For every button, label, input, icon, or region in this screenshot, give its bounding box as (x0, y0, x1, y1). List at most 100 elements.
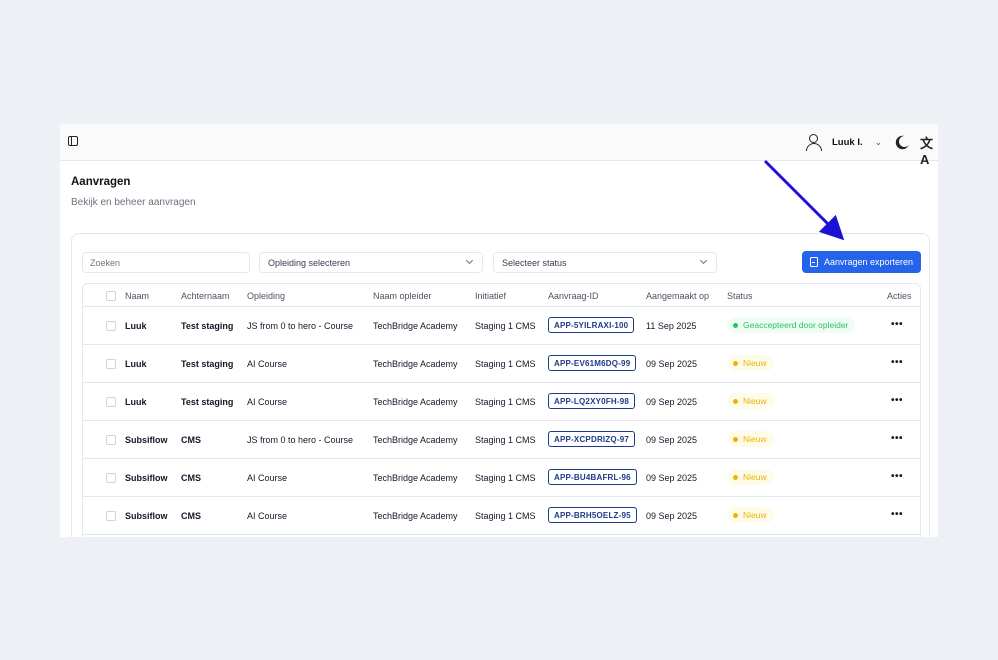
cell-naam: Luuk (125, 397, 147, 407)
moon-icon[interactable] (899, 136, 910, 147)
status-badge: Geaccepteerd door opleider (727, 317, 856, 333)
cell-achternaam: Test staging (181, 321, 234, 331)
cell-aangemaakt-op: 09 Sep 2025 (646, 397, 698, 407)
status-dot-icon (733, 322, 738, 328)
cell-opleiding: AI Course (247, 511, 288, 521)
translate-icon[interactable]: 文A (920, 133, 938, 167)
export-button-label: Aanvragen exporteren (823, 257, 914, 267)
cell-naam: Luuk (125, 321, 147, 331)
table-row[interactable]: Luuk Test staging AI Course TechBridge Acad… (83, 345, 920, 383)
header-naam-opleider[interactable]: Naam opleider (373, 291, 432, 301)
header-opleiding[interactable]: Opleiding (247, 291, 285, 301)
cell-initiatief: Staging 1 CMS (475, 321, 536, 331)
chevron-down-icon (699, 256, 708, 265)
row-checkbox[interactable] (106, 321, 116, 331)
cell-aangemaakt-op: 09 Sep 2025 (646, 473, 698, 483)
cell-aangemaakt-op: 09 Sep 2025 (646, 511, 698, 521)
cell-naam-opleider: TechBridge Academy (373, 397, 458, 407)
status-label: Geaccepteerd door opleider (743, 320, 849, 330)
table-row[interactable]: Subsiflow CMS AI Course TechBridge Academy S… (83, 497, 920, 535)
cell-initiatief: Staging 1 CMS (475, 359, 536, 369)
cell-aangemaakt-op: 09 Sep 2025 (646, 359, 698, 369)
cell-naam-opleider: TechBridge Academy (373, 435, 458, 445)
header-aanvraag-id[interactable]: Aanvraag-ID (548, 291, 599, 301)
aanvraag-id-badge: APP-5YILRAXI-100 (548, 317, 635, 333)
user-name: Luuk I. (832, 136, 863, 148)
user-menu[interactable]: Luuk I. ⌄ (805, 130, 885, 154)
cell-opleiding: JS from 0 to hero - Course (247, 321, 354, 331)
row-checkbox[interactable] (106, 435, 116, 445)
search-input[interactable] (82, 252, 250, 273)
file-icon (809, 257, 818, 267)
status-dot-icon (733, 398, 738, 404)
aanvraag-id-badge: APP-LQ2XY0FH-98 (548, 393, 636, 409)
header-aangemaakt-op[interactable]: Aangemaakt op (646, 291, 709, 301)
status-select[interactable]: Selecteer status (493, 252, 717, 273)
header-naam[interactable]: Naam (125, 291, 149, 301)
status-select-label: Selecteer status (502, 257, 567, 268)
table-row[interactable]: Subsiflow CMS JS from 0 to hero - Course Te… (83, 421, 920, 459)
cell-naam-opleider: TechBridge Academy (373, 359, 458, 369)
row-checkbox[interactable] (106, 511, 116, 521)
sidebar-toggle-icon[interactable] (68, 136, 78, 146)
cell-naam: Subsiflow (125, 435, 168, 445)
cell-initiatief: Staging 1 CMS (475, 473, 536, 483)
cell-achternaam: CMS (181, 511, 201, 521)
more-dots-icon[interactable]: ••• (891, 357, 903, 368)
status-badge: Nieuw (727, 355, 774, 371)
cell-naam-opleider: TechBridge Academy (373, 473, 458, 483)
table-row[interactable]: Luuk Test staging JS from 0 to hero - Cour… (83, 307, 920, 345)
header-achternaam[interactable]: Achternaam (181, 291, 230, 301)
cell-naam: Subsiflow (125, 511, 168, 521)
status-label: Nieuw (743, 434, 767, 444)
status-label: Nieuw (743, 510, 767, 520)
status-badge: Nieuw (727, 431, 774, 447)
aanvraag-id-badge: APP-BRH5OELZ-95 (548, 507, 637, 523)
status-dot-icon (733, 360, 738, 366)
more-dots-icon[interactable]: ••• (891, 319, 903, 330)
status-dot-icon (733, 512, 738, 518)
cell-opleiding: JS from 0 to hero - Course (247, 435, 354, 445)
table-header: Naam Achternaam Opleiding Naam opleider … (83, 284, 920, 307)
export-button[interactable]: Aanvragen exporteren (802, 251, 921, 273)
cell-naam: Luuk (125, 359, 147, 369)
header-acties: Acties (887, 291, 912, 301)
aanvraag-id-badge: APP-EV61M6DQ-99 (548, 355, 637, 371)
table-row[interactable]: Luuk Test staging AI Course TechBridge Acad… (83, 383, 920, 421)
requests-card: Opleiding selecteren Selecteer status Aa… (71, 233, 930, 537)
more-dots-icon[interactable]: ••• (891, 395, 903, 406)
cell-achternaam: CMS (181, 473, 201, 483)
row-checkbox[interactable] (106, 473, 116, 483)
header-initiatief[interactable]: Initiatief (475, 291, 506, 301)
cell-aangemaakt-op: 09 Sep 2025 (646, 435, 698, 445)
page-subtitle: Bekijk en beheer aanvragen (71, 197, 196, 208)
user-icon (805, 133, 823, 151)
app-window: Luuk I. ⌄ 文A Aanvragen Bekijk en beheer … (60, 124, 938, 537)
opleiding-select[interactable]: Opleiding selecteren (259, 252, 483, 273)
cell-naam-opleider: TechBridge Academy (373, 511, 458, 521)
page-title: Aanvragen (71, 176, 131, 188)
cell-opleiding: AI Course (247, 473, 288, 483)
status-dot-icon (733, 436, 738, 442)
row-checkbox[interactable] (106, 359, 116, 369)
more-dots-icon[interactable]: ••• (891, 433, 903, 444)
cell-initiatief: Staging 1 CMS (475, 397, 536, 407)
select-all-checkbox[interactable] (106, 291, 116, 301)
status-badge: Nieuw (727, 507, 774, 523)
cell-achternaam: Test staging (181, 359, 234, 369)
more-dots-icon[interactable]: ••• (891, 471, 903, 482)
status-badge: Nieuw (727, 469, 774, 485)
header-status[interactable]: Status (727, 291, 753, 301)
status-label: Nieuw (743, 396, 767, 406)
table-row[interactable]: Subsiflow CMS AI Course TechBridge Academy S… (83, 459, 920, 497)
cell-aangemaakt-op: 11 Sep 2025 (646, 321, 697, 331)
opleiding-select-label: Opleiding selecteren (268, 257, 351, 268)
row-checkbox[interactable] (106, 397, 116, 407)
requests-table: Naam Achternaam Opleiding Naam opleider … (82, 283, 921, 537)
chevron-down-icon (465, 256, 474, 265)
cell-naam: Subsiflow (125, 473, 168, 483)
cell-achternaam: CMS (181, 435, 201, 445)
aanvraag-id-badge: APP-XCPDRIZQ-97 (548, 431, 636, 447)
cell-initiatief: Staging 1 CMS (475, 435, 536, 445)
more-dots-icon[interactable]: ••• (891, 509, 903, 520)
